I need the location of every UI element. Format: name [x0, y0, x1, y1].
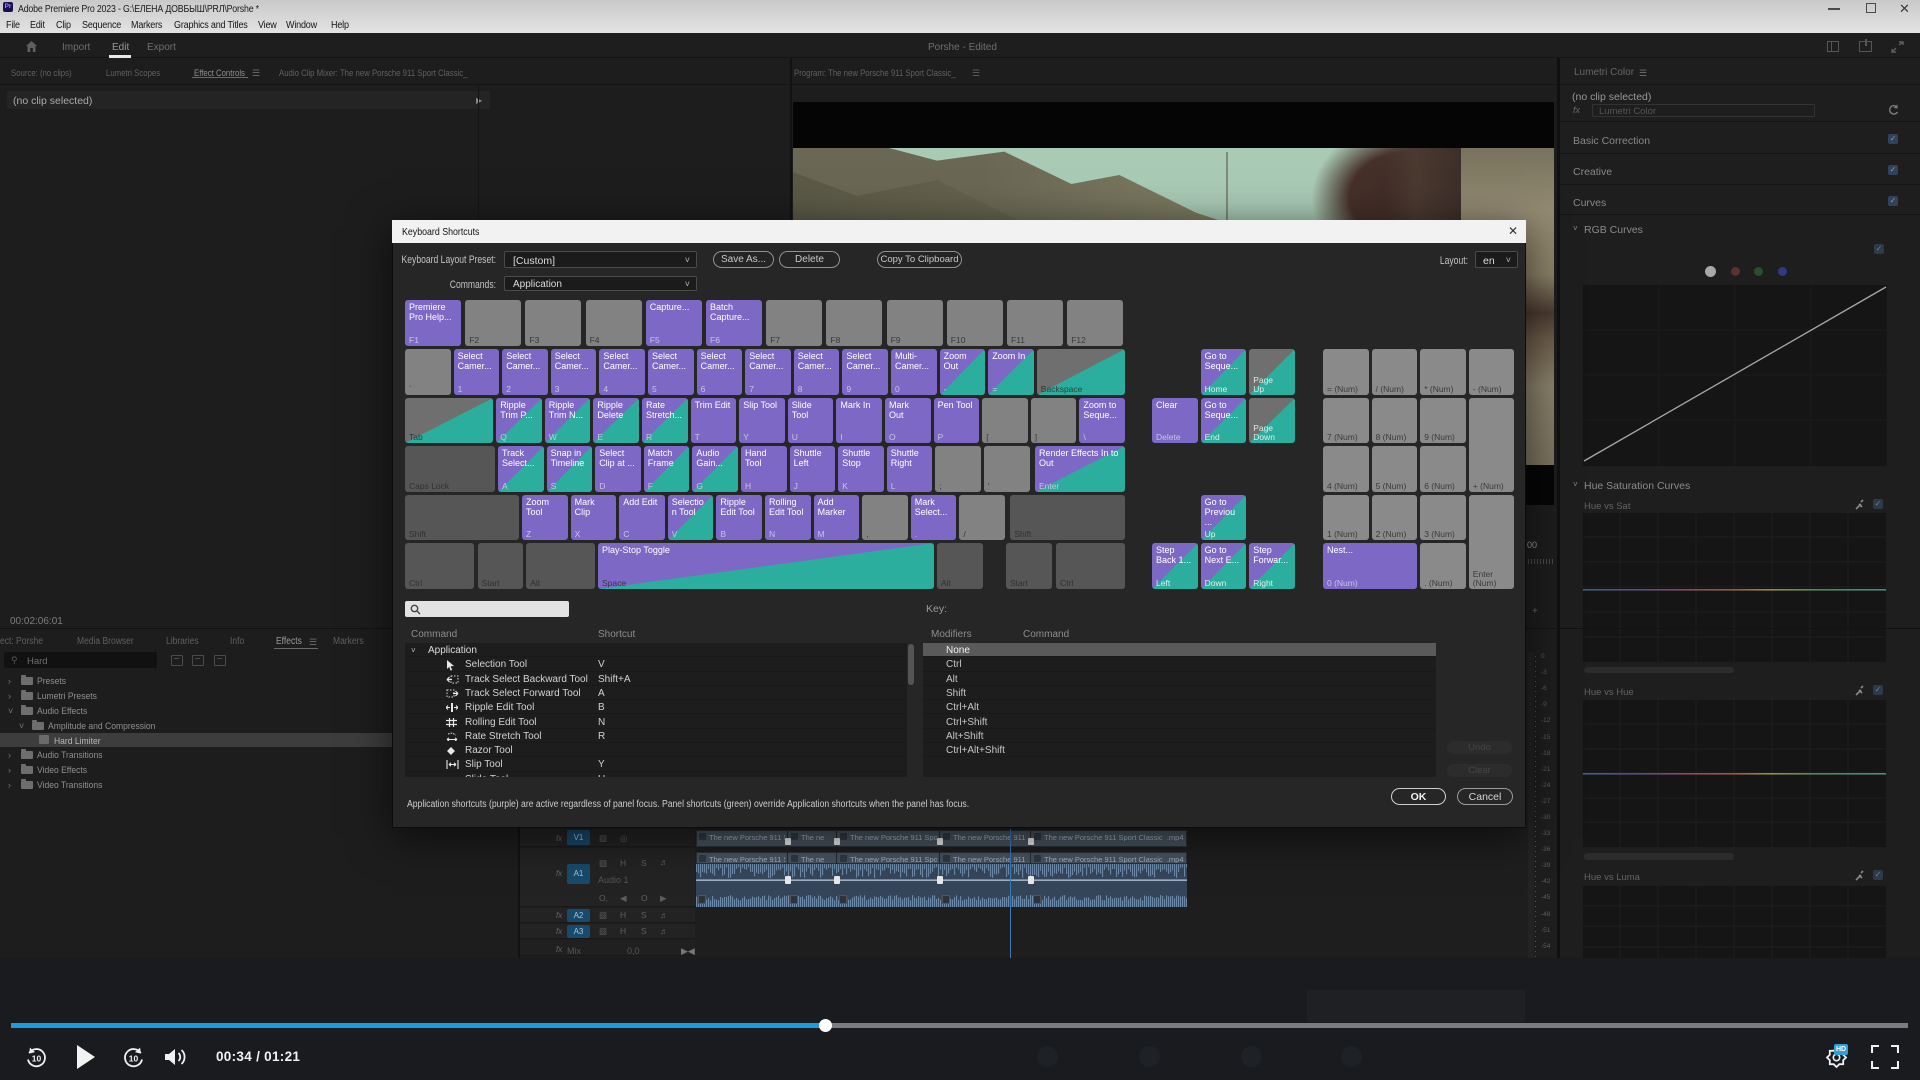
svg-text:10: 10 [129, 1053, 139, 1063]
svg-text:10: 10 [32, 1053, 42, 1063]
